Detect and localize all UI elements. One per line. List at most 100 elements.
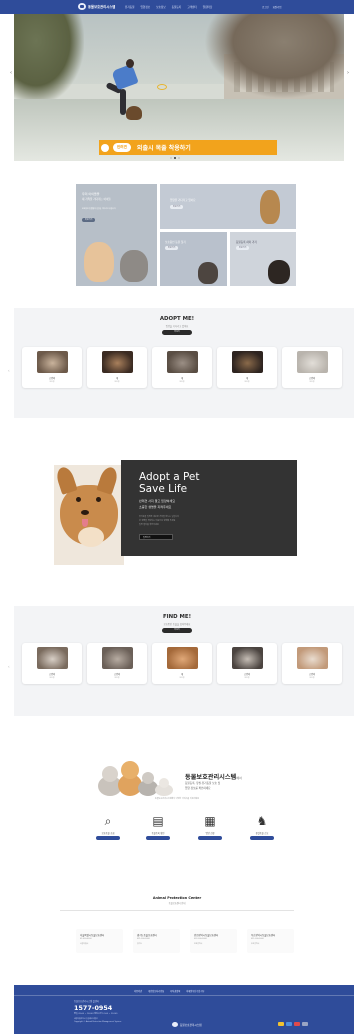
feature-desc-line1: 유기동물 입양은 새로운 가족을 만드는 일입니다 <box>139 516 179 518</box>
form-icon: ▦ <box>204 814 216 828</box>
grid-left-subtitle: 새 가족을 기다리는 아이들 <box>82 198 111 201</box>
grid-card-register[interactable]: 동물등록 하러 가기 바로가기 <box>230 232 296 286</box>
footer-link-copyright[interactable]: 저작권정책 <box>170 989 180 993</box>
slider-next-icon[interactable]: › <box>347 70 351 76</box>
partner-icon[interactable] <box>286 1022 292 1026</box>
grid-tr-label: 입양을 기다리고 있어요 <box>170 199 196 202</box>
adopt-more-label: 더보기 <box>174 331 180 333</box>
service-button[interactable] <box>146 836 170 840</box>
grid-card-protect[interactable]: 보호중인 동물 찾기 바로가기 <box>160 232 227 286</box>
document-icon: ▤ <box>152 814 164 828</box>
center-region: 인천광역시 <box>194 943 203 945</box>
grid-card-waiting[interactable]: 입양을 기다리고 있어요 바로가기 <box>160 184 296 229</box>
find-card[interactable]: 고양이 보호중 <box>217 643 277 684</box>
nav-item-1[interactable]: 유기동물 <box>125 5 135 9</box>
service-search[interactable]: ⌕ 보호동물 조회 <box>88 812 128 842</box>
center-card[interactable]: 부산광역시동물보호센터 051-000-0000 부산광역시 <box>247 929 294 953</box>
service-report[interactable]: ♞ 유실동물 신고 <box>242 812 282 842</box>
logo-text: 동물보호관리시스템 <box>88 5 116 9</box>
adopt-prev-icon[interactable]: ‹ <box>8 368 10 373</box>
center-name: 부산광역시동물보호센터 <box>251 934 276 937</box>
cat-image <box>120 250 148 282</box>
slider-prev-icon[interactable]: ‹ <box>10 70 14 76</box>
center-card[interactable]: 인천광역시동물보호센터 032-000-0000 인천광역시 <box>190 929 237 953</box>
site-logo[interactable]: 동물보호관리시스템 <box>78 3 115 10</box>
nav-item-5[interactable]: 고객센터 <box>187 5 197 9</box>
grid-bm-button[interactable]: 바로가기 <box>165 246 179 250</box>
adopt-more-button[interactable]: 더보기 <box>162 330 192 335</box>
service-button[interactable] <box>198 836 222 840</box>
pet-photo <box>167 647 198 669</box>
hero-dog-illustration <box>126 106 142 120</box>
footer-logo-text: 동물보호관리시스템 <box>180 1023 202 1027</box>
find-prev-icon[interactable]: ‹ <box>8 664 10 669</box>
nav-item-4[interactable]: 동물등록 <box>172 5 182 9</box>
hero-slider <box>14 14 344 161</box>
center-phone: 031-000-0000 <box>137 938 150 940</box>
feature-desc-line2: 한 생명을 책임지는 마음으로 함께해 주세요 <box>139 520 176 522</box>
feature-kr-line2: 소중한 생명을 지켜주세요 <box>139 505 172 509</box>
footer-link-privacy[interactable]: 개인정보처리방침 <box>148 989 164 993</box>
nav-item-2[interactable]: 입양정보 <box>141 5 151 9</box>
adopt-card[interactable]: 개 보호중 <box>152 347 212 388</box>
find-more-button[interactable]: 더보기 <box>162 628 192 633</box>
adopt-card[interactable]: 고양이 보호중 <box>22 347 82 388</box>
login-link[interactable]: 로그인 <box>262 5 269 9</box>
partner-icon[interactable] <box>302 1022 308 1026</box>
nav-item-3[interactable]: 보호정보 <box>156 5 166 9</box>
banner-badge-label: 반려견 <box>117 145 127 149</box>
pet-photo <box>37 351 68 373</box>
grid-br-button[interactable]: 바로가기 <box>236 246 250 250</box>
system-note: 동물보호관리시스템에서 다양한 서비스를 이용하세요 <box>154 798 200 800</box>
find-card[interactable]: 고양이 보호중 <box>282 643 342 684</box>
grid-left-button[interactable]: 바로가기 <box>82 218 96 222</box>
dog-image <box>84 242 114 282</box>
feature-desc-line3: 입양 절차를 확인하세요 <box>139 524 159 526</box>
system-title: 동물보호관리시스템에서 <box>185 772 242 781</box>
footer-hours: 평일 09:00 ~ 18:00 (점심시간 12:00 ~ 13:00) <box>74 1013 118 1015</box>
find-card[interactable]: 고양이 보호중 <box>87 643 147 684</box>
find-card[interactable]: 고양이 보호중 <box>22 643 82 684</box>
partner-icon[interactable] <box>278 1022 284 1026</box>
footer-link-email[interactable]: 이메일무단수집거부 <box>186 989 204 993</box>
signup-link[interactable]: 회원가입 <box>273 5 282 9</box>
nav-item-6[interactable]: 알림마당 <box>203 5 213 9</box>
feature-adopt-label: 입양하기 <box>143 537 151 539</box>
adopt-card[interactable]: 고양이 보호중 <box>282 347 342 388</box>
logo-icon <box>172 1022 178 1027</box>
adopt-card[interactable]: 개 보호중 <box>217 347 277 388</box>
pet-status: 보호중 <box>114 381 120 383</box>
feature-adopt-button[interactable]: 입양하기 <box>139 534 173 540</box>
find-card[interactable]: 개 보호중 <box>152 643 212 684</box>
slider-dot[interactable] <box>174 157 176 159</box>
center-card[interactable]: 서울특별시동물보호센터 02-000-0000 서울특별시 <box>76 929 123 953</box>
hero-toy-ring <box>157 84 167 90</box>
partner-icon[interactable] <box>294 1022 300 1026</box>
center-phone: 051-000-0000 <box>251 938 264 940</box>
service-button[interactable] <box>96 836 120 840</box>
grid-tr-button[interactable]: 바로가기 <box>170 205 184 209</box>
service-registration[interactable]: ▤ 동물등록 확인 <box>138 812 178 842</box>
footer-link-terms[interactable]: 이용약관 <box>134 989 142 993</box>
pet-status: 보호중 <box>179 677 185 679</box>
hero-banner[interactable]: 반려견 외출시 목줄 착용하기 <box>99 140 277 155</box>
service-button[interactable] <box>250 836 274 840</box>
slider-dot[interactable] <box>170 157 172 159</box>
adopt-card[interactable]: 개 보호중 <box>87 347 147 388</box>
centers-divider <box>60 910 294 911</box>
main-nav: 유기동물 입양정보 보호정보 동물등록 고객센터 알림마당 <box>125 5 212 9</box>
slider-dots <box>170 157 180 159</box>
search-icon: ⌕ <box>104 814 112 828</box>
adopt-title: ADOPT ME! <box>159 316 195 322</box>
grid-br-label: 동물등록 하러 가기 <box>236 241 257 244</box>
pet-status: 보호중 <box>49 677 55 679</box>
pets-group-image <box>98 761 173 796</box>
feature-dog-image <box>54 465 124 565</box>
footer-phone: 1577-0954 <box>74 1004 113 1012</box>
feature-title-line2: Save Life <box>139 483 188 495</box>
pet-status: 보호중 <box>244 677 250 679</box>
center-card[interactable]: 경기도동물보호센터 031-000-0000 경기도 <box>133 929 180 953</box>
slider-dot[interactable] <box>178 157 180 159</box>
grid-card-adopt[interactable]: 우리 아이들을 새 가족을 기다리는 아이들 보호중인 동물들의 입양을 기다리… <box>76 184 157 286</box>
service-adoption[interactable]: ▦ 입양 신청 <box>190 812 230 842</box>
